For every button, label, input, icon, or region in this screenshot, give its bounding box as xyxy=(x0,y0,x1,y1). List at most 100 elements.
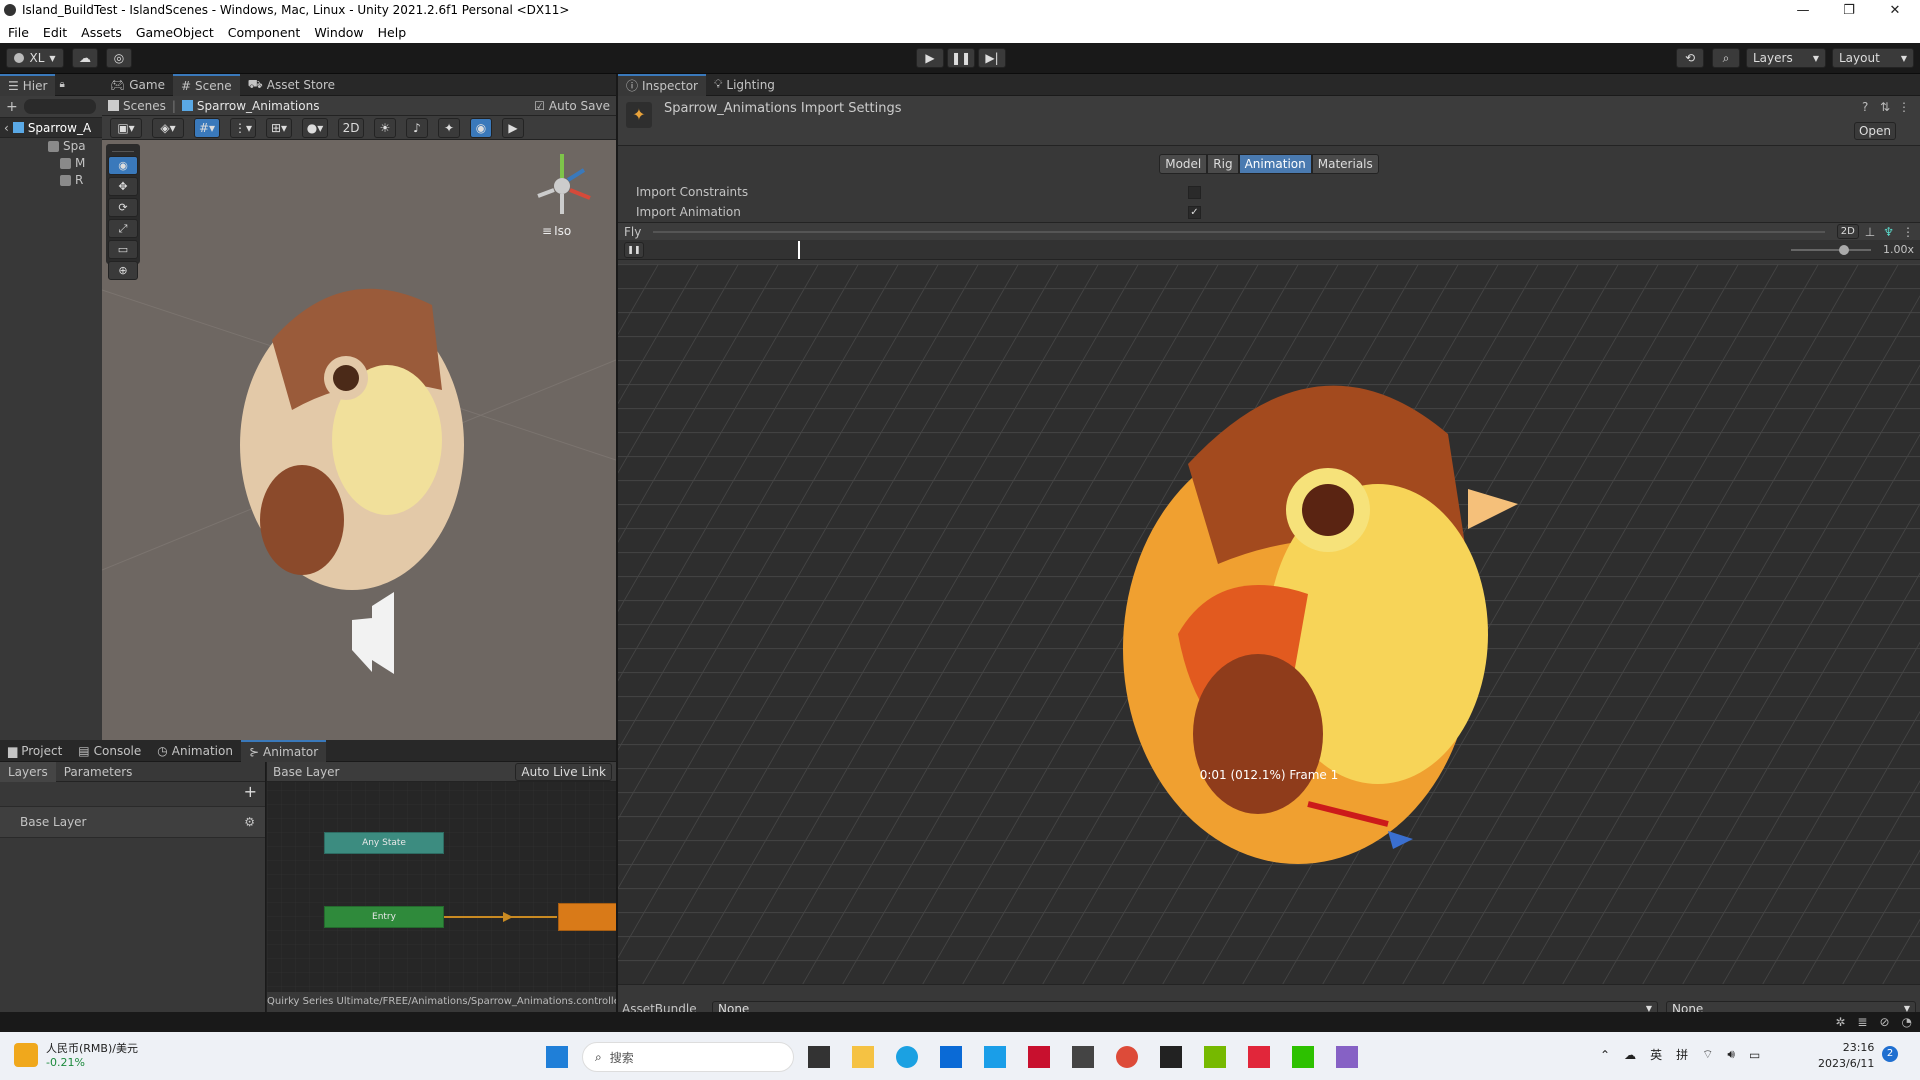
unity-icon[interactable] xyxy=(1160,1046,1182,1068)
tab-game[interactable]: 🎮︎ Game xyxy=(102,74,173,96)
pivot-icon[interactable]: ⊥ xyxy=(1865,225,1875,239)
tab-animation[interactable]: ◷ Animation xyxy=(149,740,241,762)
help-icon[interactable]: ? xyxy=(1862,100,1868,114)
layers-dropdown[interactable]: Layers ▼ xyxy=(1746,48,1826,68)
menu-assets[interactable]: Assets xyxy=(81,25,122,40)
search-button[interactable]: ⌕ xyxy=(1712,48,1740,68)
sub-tab-model[interactable]: Model xyxy=(1159,154,1208,174)
rotate-tool[interactable]: ⟳ xyxy=(108,198,138,217)
grid-snap-button[interactable]: #▾ xyxy=(194,117,220,138)
camera-button[interactable]: ▶ xyxy=(502,117,524,138)
auto-live-link-button[interactable]: Auto Live Link xyxy=(515,762,612,781)
unity-hub-icon[interactable] xyxy=(1072,1046,1094,1068)
menu-gameobject[interactable]: GameObject xyxy=(136,25,214,40)
cloud-button[interactable]: ☁ xyxy=(72,48,98,68)
speed-slider-thumb[interactable] xyxy=(1838,244,1849,255)
scene-gizmo[interactable] xyxy=(522,148,602,218)
hierarchy-search[interactable] xyxy=(23,99,96,114)
sub-tab-materials[interactable]: Materials xyxy=(1311,154,1379,174)
animator-graph[interactable]: Base Layer Auto Live Link Any State Entr… xyxy=(267,762,616,1012)
align-button[interactable]: ⊞▾ xyxy=(266,117,292,138)
menu-component[interactable]: Component xyxy=(228,25,301,40)
visual-studio-icon[interactable] xyxy=(1336,1046,1358,1068)
toggle-2d-button[interactable]: 2D xyxy=(338,117,364,138)
step-button[interactable]: ▶| xyxy=(978,48,1006,68)
hierarchy-root[interactable]: ‹ Sparrow_A xyxy=(0,118,102,138)
maximize-button[interactable]: ❐ xyxy=(1826,0,1872,22)
visibility-button[interactable]: ◉ xyxy=(470,117,492,138)
any-state-node[interactable]: Any State xyxy=(324,832,444,854)
sub-tab-rig[interactable]: Rig xyxy=(1207,154,1239,174)
kebab-menu-icon[interactable]: ⋮ xyxy=(1898,100,1910,114)
tab-asset-store[interactable]: ⛟ Asset Store xyxy=(240,74,343,96)
scale-tool[interactable]: ⤢ xyxy=(108,219,138,238)
input-lang-2[interactable]: 拼 xyxy=(1676,1046,1688,1063)
l-app-icon[interactable] xyxy=(984,1046,1006,1068)
pause-button[interactable]: ❚❚ xyxy=(947,48,975,68)
rect-tool[interactable]: ▭ xyxy=(108,240,138,259)
sub-tab-animation[interactable]: Animation xyxy=(1238,154,1312,174)
breadcrumb-prefab[interactable]: Sparrow_Animations xyxy=(197,99,320,113)
input-lang-1[interactable]: 英 xyxy=(1650,1046,1662,1063)
mcafee-icon[interactable] xyxy=(1028,1046,1050,1068)
youdao-icon[interactable] xyxy=(1248,1046,1270,1068)
chevron-up-icon[interactable]: ⌃ xyxy=(1600,1048,1610,1062)
speed-slider[interactable] xyxy=(1790,244,1871,255)
back-icon[interactable]: ‹ xyxy=(4,121,9,135)
audio-button[interactable]: ♪ xyxy=(406,117,428,138)
battery-icon[interactable]: ▭ xyxy=(1749,1048,1760,1062)
file-explorer-icon[interactable] xyxy=(852,1046,874,1068)
tab-lighting[interactable]: 💡︎ Lighting xyxy=(706,74,783,96)
wifi-icon[interactable]: ⌔ xyxy=(1702,1047,1713,1062)
import-constraints-checkbox[interactable] xyxy=(1188,185,1201,199)
progress-icon[interactable]: ◔ xyxy=(1902,1015,1912,1029)
nvidia-icon[interactable] xyxy=(1204,1046,1226,1068)
tab-inspector[interactable]: ⓘ Inspector xyxy=(618,73,706,96)
clock[interactable]: 23:16 2023/6/11 xyxy=(1818,1040,1874,1072)
avatar-icon[interactable]: ♆ xyxy=(1883,225,1894,239)
transform-tool[interactable]: ⊕ xyxy=(108,261,138,280)
widget-exchange[interactable]: 人民币(RMB)/美元 -0.21% xyxy=(14,1040,138,1069)
preview-2d-button[interactable]: 2D xyxy=(1836,224,1859,239)
hierarchy-item[interactable]: R xyxy=(48,172,102,189)
task-view-icon[interactable] xyxy=(808,1046,830,1068)
close-button[interactable]: ✕ xyxy=(1872,0,1918,22)
stack-icon[interactable]: ≣ xyxy=(1857,1015,1867,1029)
tab-parameters[interactable]: Parameters xyxy=(56,762,141,782)
palette-handle[interactable] xyxy=(112,148,134,152)
history-button[interactable]: ⟲ xyxy=(1676,48,1704,68)
menu-file[interactable]: File xyxy=(8,25,29,40)
scene-viewport[interactable]: ◉ ✥ ⟳ ⤢ ▭ ⊕ ≡ Iso xyxy=(102,140,616,740)
lighting-button[interactable]: ☀ xyxy=(374,117,396,138)
tab-animator[interactable]: ⊱ Animator xyxy=(240,739,327,762)
wechat-icon[interactable] xyxy=(1292,1046,1314,1068)
graph-breadcrumb[interactable]: Base Layer xyxy=(273,765,340,779)
add-icon[interactable]: + xyxy=(6,99,18,115)
account-button[interactable]: XL ▼ xyxy=(6,48,64,68)
entry-node[interactable]: Entry xyxy=(324,906,444,928)
volume-icon[interactable]: 🔊︎ xyxy=(1727,1047,1735,1062)
edge-icon[interactable] xyxy=(896,1046,918,1068)
auto-save-checkbox[interactable]: ☑ xyxy=(534,99,545,113)
import-animation-checkbox[interactable]: ✓ xyxy=(1188,205,1201,219)
kebab-menu-icon[interactable]: ⋮ xyxy=(1902,225,1914,239)
store-icon[interactable] xyxy=(940,1046,962,1068)
breadcrumb-scenes[interactable]: Scenes xyxy=(123,99,166,113)
taskbar-search[interactable]: ⌕ 搜索 xyxy=(582,1042,794,1072)
increment-snap-button[interactable]: ⋮▾ xyxy=(230,117,256,138)
debug-icon[interactable]: ⊘ xyxy=(1879,1015,1889,1029)
tab-hierarchy[interactable]: ☰ Hier xyxy=(0,73,56,96)
lock-icon[interactable]: 🔒︎ xyxy=(59,79,64,90)
play-button[interactable]: ▶ xyxy=(916,48,944,68)
collab-button[interactable]: ◎ xyxy=(106,48,132,68)
render-mode-button[interactable]: ◈▾ xyxy=(152,117,184,138)
menu-window[interactable]: Window xyxy=(314,25,363,40)
minimize-button[interactable]: — xyxy=(1780,0,1826,22)
animation-preview-viewport[interactable]: 0:01 (012.1%) Frame 1 xyxy=(618,264,1920,984)
menu-edit[interactable]: Edit xyxy=(43,25,67,40)
layer-row[interactable]: Base Layer ⚙ xyxy=(0,806,265,838)
menu-help[interactable]: Help xyxy=(378,25,407,40)
cloud-icon[interactable]: ☁ xyxy=(1624,1048,1636,1062)
tab-project[interactable]: ▆ Project xyxy=(0,740,70,762)
hierarchy-item[interactable]: M xyxy=(48,155,102,172)
